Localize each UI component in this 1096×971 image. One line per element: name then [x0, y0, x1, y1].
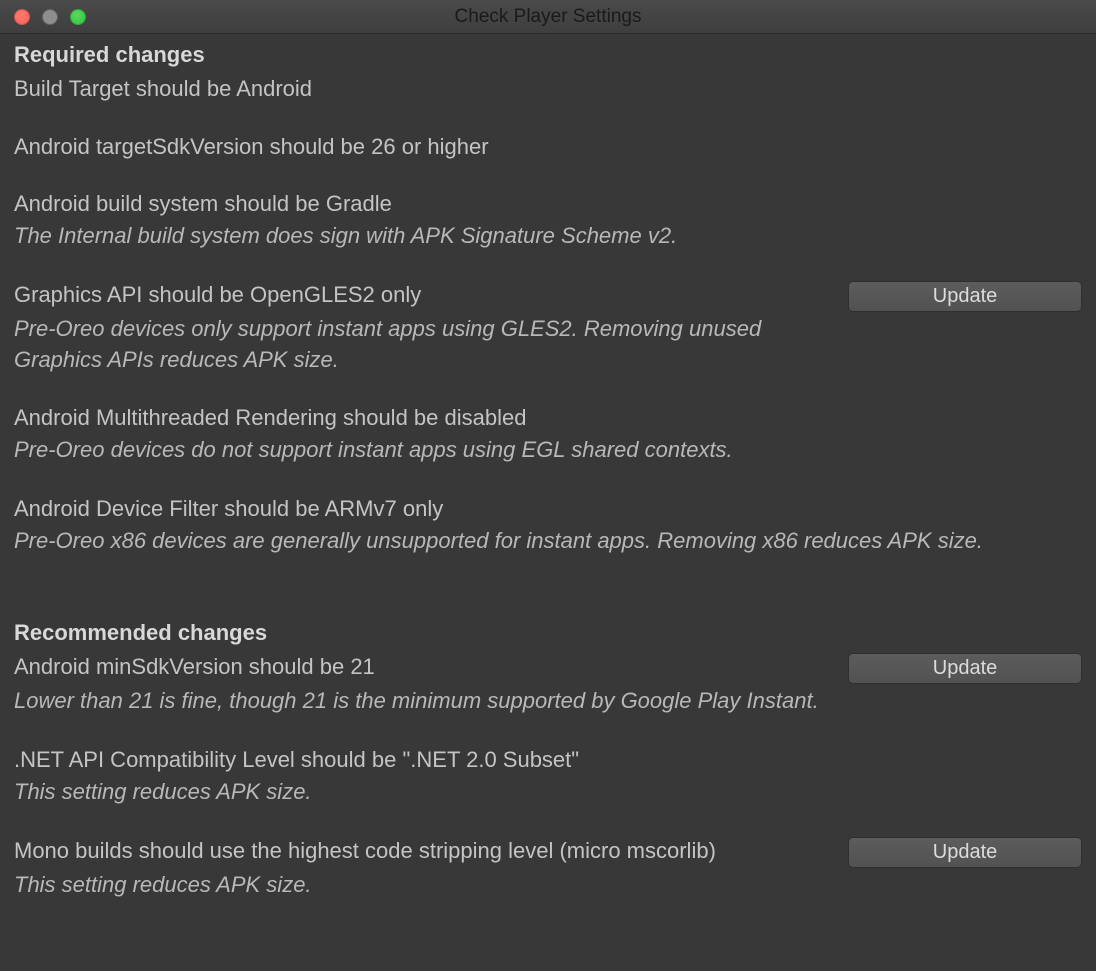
- setting-item: Android Multithreaded Rendering should b…: [14, 403, 1082, 465]
- setting-item: Android Device Filter should be ARMv7 on…: [14, 494, 1082, 556]
- content-area: Required changes Build Target should be …: [0, 34, 1096, 943]
- setting-item: Android build system should be Gradle Th…: [14, 189, 1082, 251]
- setting-description: This setting reduces APK size.: [14, 777, 1074, 808]
- setting-title: Android build system should be Gradle: [14, 189, 1082, 219]
- setting-title: .NET API Compatibility Level should be "…: [14, 745, 1082, 775]
- setting-item: Android targetSdkVersion should be 26 or…: [14, 132, 1082, 162]
- setting-title: Android Multithreaded Rendering should b…: [14, 403, 1082, 433]
- update-button[interactable]: Update: [848, 653, 1082, 684]
- setting-description: The Internal build system does sign with…: [14, 221, 1074, 252]
- setting-title: Graphics API should be OpenGLES2 only: [14, 280, 836, 310]
- update-button[interactable]: Update: [848, 837, 1082, 868]
- setting-title: Android minSdkVersion should be 21: [14, 652, 836, 682]
- setting-item: .NET API Compatibility Level should be "…: [14, 745, 1082, 807]
- window-controls: [0, 9, 86, 25]
- setting-item: Mono builds should use the highest code …: [14, 836, 1082, 901]
- setting-title: Android targetSdkVersion should be 26 or…: [14, 132, 1082, 162]
- setting-title: Build Target should be Android: [14, 74, 1082, 104]
- setting-item: Graphics API should be OpenGLES2 only Up…: [14, 280, 1082, 376]
- setting-description: This setting reduces APK size.: [14, 870, 1074, 901]
- minimize-button[interactable]: [42, 9, 58, 25]
- setting-title: Android Device Filter should be ARMv7 on…: [14, 494, 1082, 524]
- setting-description: Pre-Oreo devices do not support instant …: [14, 435, 1074, 466]
- setting-description: Pre-Oreo devices only support instant ap…: [14, 314, 834, 376]
- titlebar: Check Player Settings: [0, 0, 1096, 34]
- close-button[interactable]: [14, 9, 30, 25]
- window-title: Check Player Settings: [0, 6, 1096, 28]
- recommended-section-header: Recommended changes: [14, 620, 1082, 646]
- setting-description: Lower than 21 is fine, though 21 is the …: [14, 686, 834, 717]
- setting-title: Mono builds should use the highest code …: [14, 836, 836, 866]
- setting-description: Pre-Oreo x86 devices are generally unsup…: [14, 526, 1074, 557]
- setting-item: Android minSdkVersion should be 21 Updat…: [14, 652, 1082, 717]
- update-button[interactable]: Update: [848, 281, 1082, 312]
- setting-item: Build Target should be Android: [14, 74, 1082, 104]
- required-section-header: Required changes: [14, 42, 1082, 68]
- maximize-button[interactable]: [70, 9, 86, 25]
